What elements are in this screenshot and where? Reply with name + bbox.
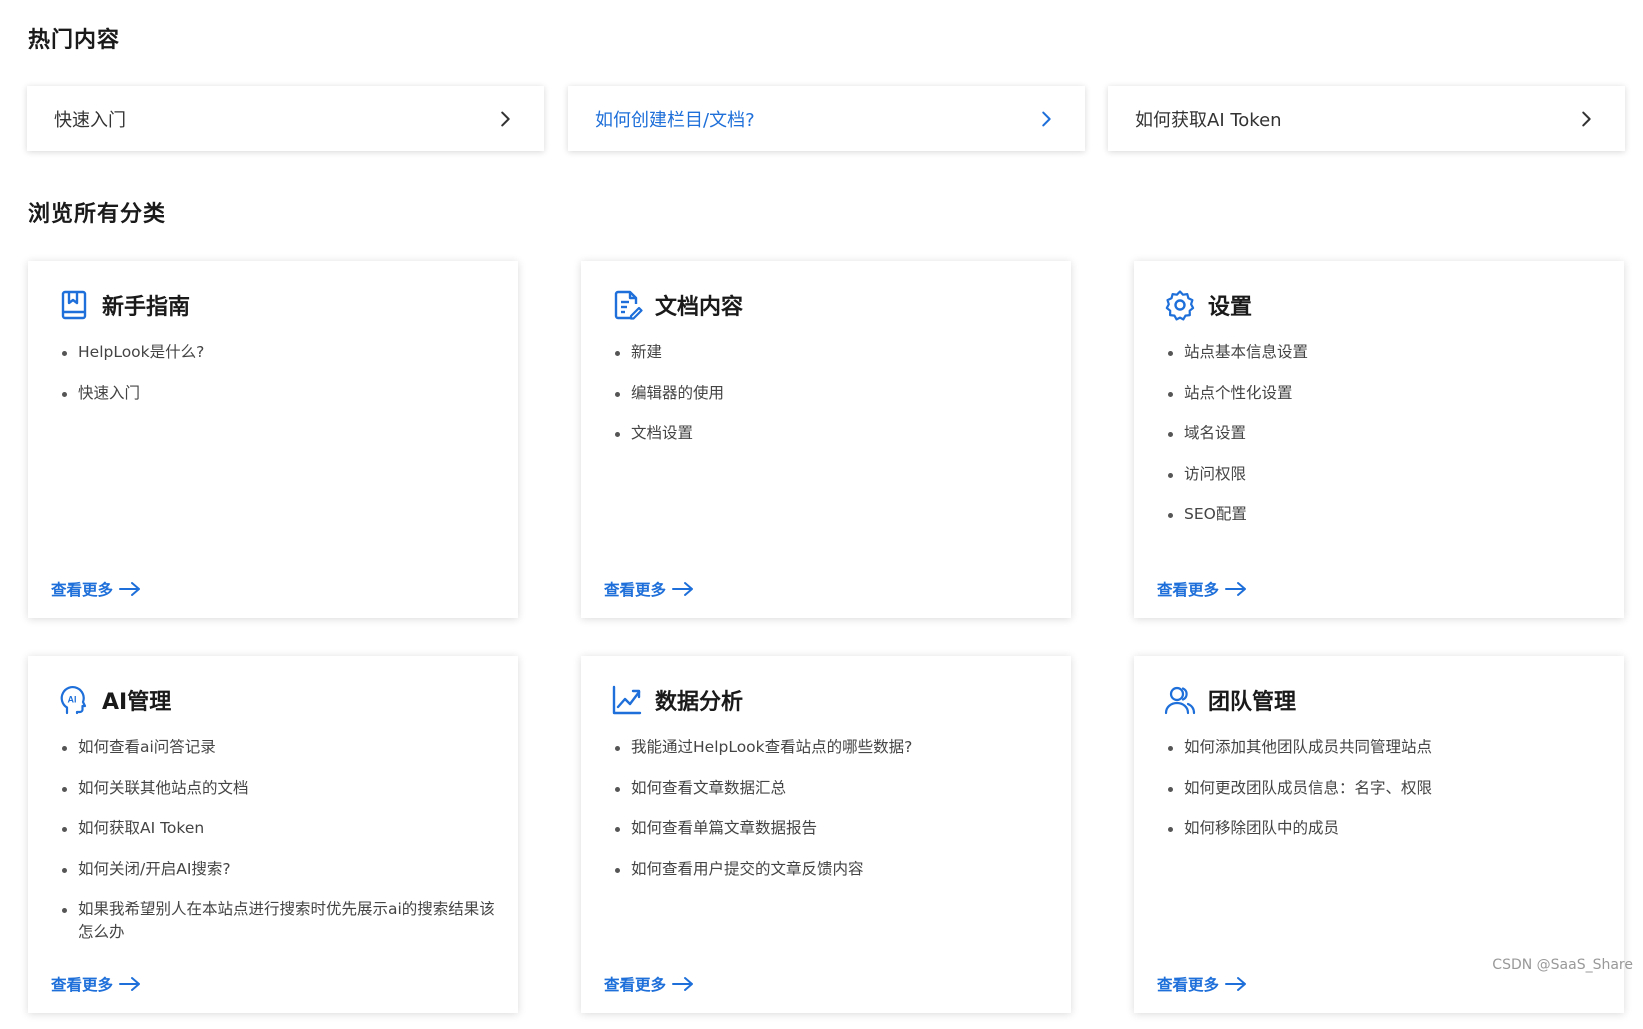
view-more-label: 查看更多: [51, 581, 114, 599]
view-more-label: 查看更多: [1157, 581, 1220, 599]
category-card-doc-content: 文档内容 新建 编辑器的使用 文档设置 查看更多: [581, 261, 1071, 618]
watermark: CSDN @SaaS_Share: [1492, 957, 1633, 973]
document-edit-icon: [614, 290, 643, 320]
article-link[interactable]: 如何查看单篇文章数据报告: [613, 817, 1051, 840]
hot-content-title: 热门内容: [28, 28, 121, 53]
hot-item-label: 如何获取AI Token: [1135, 109, 1282, 131]
article-link[interactable]: 如果我希望别人在本站点进行搜索时优先展示ai的搜索结果该怎么办: [60, 898, 498, 944]
article-link[interactable]: 如何查看ai问答记录: [60, 736, 498, 759]
category-article-list: 站点基本信息设置 站点个性化设置 域名设置 访问权限 SEO配置: [1166, 341, 1604, 544]
article-link[interactable]: 文档设置: [613, 422, 1051, 445]
arrow-right-icon: [119, 582, 141, 596]
category-article-list: HelpLook是什么? 快速入门: [60, 341, 498, 422]
category-article-list: 如何查看ai问答记录 如何关联其他站点的文档 如何获取AI Token 如何关闭…: [60, 736, 498, 962]
hot-item-create-doc[interactable]: 如何创建栏目/文档?: [568, 86, 1085, 151]
arrow-right-icon: [1225, 582, 1247, 596]
article-link[interactable]: 编辑器的使用: [613, 382, 1051, 405]
article-link[interactable]: 如何关闭/开启AI搜索?: [60, 858, 498, 881]
view-more-link[interactable]: 查看更多: [1157, 578, 1247, 600]
chevron-right-icon: [1042, 111, 1051, 126]
category-header: AI AI管理: [58, 684, 171, 716]
view-more-link[interactable]: 查看更多: [1157, 973, 1247, 995]
article-link[interactable]: 站点个性化设置: [1166, 382, 1604, 405]
view-more-label: 查看更多: [604, 581, 667, 599]
hot-item-label: 如何创建栏目/文档?: [595, 109, 755, 131]
svg-text:AI: AI: [68, 695, 77, 705]
view-more-label: 查看更多: [51, 976, 114, 994]
chevron-right-icon: [501, 111, 510, 126]
category-title: 设置: [1208, 295, 1253, 320]
view-more-label: 查看更多: [604, 976, 667, 994]
article-link[interactable]: 我能通过HelpLook查看站点的哪些数据?: [613, 736, 1051, 759]
category-title: 团队管理: [1208, 690, 1297, 715]
arrow-right-icon: [672, 582, 694, 596]
article-link[interactable]: 如何更改团队成员信息：名字、权限: [1166, 777, 1604, 800]
category-card-getting-started: 新手指南 HelpLook是什么? 快速入门 查看更多: [28, 261, 518, 618]
article-link[interactable]: 如何关联其他站点的文档: [60, 777, 498, 800]
category-title: 文档内容: [655, 295, 744, 320]
category-title: AI管理: [102, 690, 172, 715]
view-more-link[interactable]: 查看更多: [51, 578, 141, 600]
article-link[interactable]: 如何获取AI Token: [60, 817, 498, 840]
chevron-right-icon: [1582, 111, 1591, 126]
help-center-page: 热门内容 快速入门 如何创建栏目/文档? 如何获取AI Token 浏览所有分类…: [0, 0, 1643, 1029]
article-link[interactable]: SEO配置: [1166, 503, 1604, 526]
category-header: 数据分析: [611, 684, 743, 716]
view-more-link[interactable]: 查看更多: [51, 973, 141, 995]
article-link[interactable]: 如何查看文章数据汇总: [613, 777, 1051, 800]
article-link[interactable]: 域名设置: [1166, 422, 1604, 445]
category-title: 数据分析: [655, 690, 744, 715]
team-users-icon: [1164, 686, 1196, 715]
arrow-right-icon: [672, 977, 694, 991]
article-link[interactable]: 如何添加其他团队成员共同管理站点: [1166, 736, 1604, 759]
gear-icon: [1165, 290, 1195, 321]
view-more-label: 查看更多: [1157, 976, 1220, 994]
category-card-ai-management: AI AI管理 如何查看ai问答记录 如何关联其他站点的文档 如何获取AI To…: [28, 656, 518, 1013]
hot-item-label: 快速入门: [54, 109, 126, 131]
chart-trend-icon: [612, 685, 642, 715]
view-more-link[interactable]: 查看更多: [604, 578, 694, 600]
category-article-list: 我能通过HelpLook查看站点的哪些数据? 如何查看文章数据汇总 如何查看单篇…: [613, 736, 1051, 898]
category-header: 团队管理: [1164, 684, 1296, 716]
article-link[interactable]: 快速入门: [60, 382, 498, 405]
article-link[interactable]: 新建: [613, 341, 1051, 364]
category-header: 新手指南: [58, 289, 190, 321]
view-more-link[interactable]: 查看更多: [604, 973, 694, 995]
category-article-list: 如何添加其他团队成员共同管理站点 如何更改团队成员信息：名字、权限 如何移除团队…: [1166, 736, 1604, 858]
category-card-data-analysis: 数据分析 我能通过HelpLook查看站点的哪些数据? 如何查看文章数据汇总 如…: [581, 656, 1071, 1013]
category-header: 设置: [1164, 289, 1252, 321]
article-link[interactable]: 访问权限: [1166, 463, 1604, 486]
ai-head-icon: AI: [60, 686, 87, 715]
book-icon: [61, 290, 87, 320]
hot-item-ai-token[interactable]: 如何获取AI Token: [1108, 86, 1625, 151]
category-article-list: 新建 编辑器的使用 文档设置: [613, 341, 1051, 463]
category-title: 新手指南: [102, 295, 191, 320]
category-card-settings: 设置 站点基本信息设置 站点个性化设置 域名设置 访问权限 SEO配置 查看更多: [1134, 261, 1624, 618]
article-link[interactable]: 如何查看用户提交的文章反馈内容: [613, 858, 1051, 881]
article-link[interactable]: 站点基本信息设置: [1166, 341, 1604, 364]
arrow-right-icon: [1225, 977, 1247, 991]
hot-item-quick-start[interactable]: 快速入门: [27, 86, 544, 151]
arrow-right-icon: [119, 977, 141, 991]
browse-categories-title: 浏览所有分类: [28, 202, 167, 227]
article-link[interactable]: HelpLook是什么?: [60, 341, 498, 364]
article-link[interactable]: 如何移除团队中的成员: [1166, 817, 1604, 840]
category-header: 文档内容: [611, 289, 743, 321]
